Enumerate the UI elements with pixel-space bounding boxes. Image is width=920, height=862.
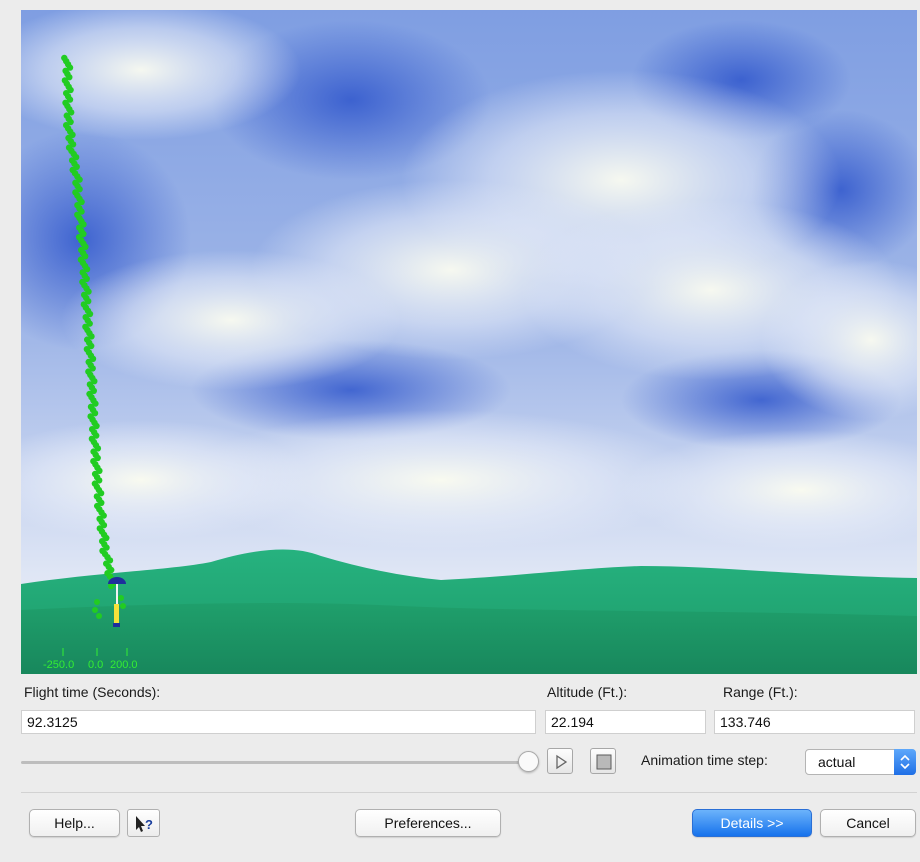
- range-label: Range (Ft.):: [723, 684, 798, 700]
- time-step-select[interactable]: actual: [805, 749, 916, 775]
- whats-this-button[interactable]: ?: [127, 809, 160, 837]
- stop-button[interactable]: [590, 748, 616, 774]
- svg-text:?: ?: [145, 817, 153, 832]
- flight-3d-view[interactable]: -250.0 0.0 200.0: [21, 10, 917, 674]
- select-stepper-icon[interactable]: [894, 749, 916, 775]
- scale-tick-label: 0.0: [88, 659, 103, 671]
- scale-tick-label: 200.0: [110, 659, 138, 671]
- time-step-value: actual: [818, 754, 856, 770]
- flight-time-field[interactable]: 92.3125: [21, 710, 536, 734]
- play-icon: [556, 754, 568, 770]
- flight-time-slider[interactable]: [21, 761, 531, 764]
- range-field[interactable]: 133.746: [714, 710, 915, 734]
- flight-time-label: Flight time (Seconds):: [24, 684, 161, 700]
- details-button[interactable]: Details >>: [692, 809, 812, 837]
- scene-canvas: -250.0 0.0 200.0: [21, 10, 917, 674]
- play-button[interactable]: [547, 748, 573, 774]
- scale-tick-label: -250.0: [43, 659, 74, 671]
- altitude-label: Altitude (Ft.):: [547, 684, 628, 700]
- preferences-button[interactable]: Preferences...: [355, 809, 501, 837]
- divider: [21, 792, 917, 793]
- whats-this-icon: ?: [136, 816, 153, 832]
- time-step-label: Animation time step:: [641, 752, 768, 768]
- stop-icon: [596, 754, 612, 770]
- slider-knob[interactable]: [518, 751, 539, 772]
- altitude-field[interactable]: 22.194: [545, 710, 706, 734]
- help-button[interactable]: Help...: [29, 809, 120, 837]
- cancel-button[interactable]: Cancel: [820, 809, 916, 837]
